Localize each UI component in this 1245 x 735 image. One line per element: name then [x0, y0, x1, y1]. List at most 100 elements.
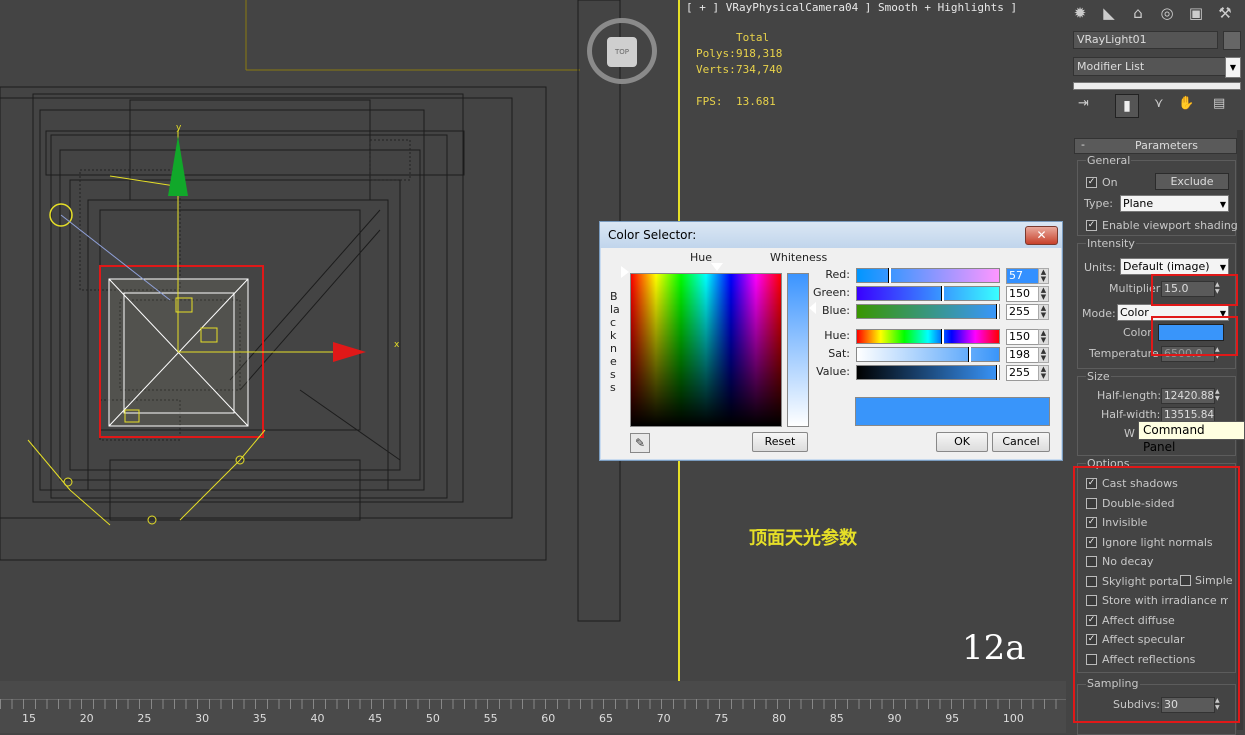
object-color-swatch[interactable]	[1223, 31, 1241, 50]
hue-blackness-field[interactable]	[630, 273, 782, 427]
color-row-slider[interactable]	[856, 304, 1000, 319]
chevron-down-icon: ▼	[1219, 200, 1226, 209]
color-row-slider[interactable]	[856, 268, 1000, 283]
spinner-arrows-icon[interactable]: ▲ ▼	[1038, 304, 1049, 320]
configure-sets-icon[interactable]: ▤	[1213, 96, 1225, 111]
ok-button[interactable]: OK	[936, 432, 988, 452]
half-length-label: Half-length:	[1097, 389, 1162, 402]
polys-label: Polys:	[696, 47, 736, 60]
color-row-spinner[interactable]: 255	[1006, 365, 1040, 381]
create-tab-icon[interactable]: ✹	[1069, 2, 1091, 24]
timeline-tick-label: 80	[772, 712, 787, 725]
viewcube-face-top[interactable]: TOP	[607, 37, 637, 67]
eyedropper-icon: ✎	[634, 436, 646, 450]
axis-y-label: y	[176, 123, 182, 133]
cancel-button[interactable]: Cancel	[992, 432, 1050, 452]
object-name-field[interactable]: VRayLight01	[1073, 31, 1218, 49]
polys-value: 918,318	[736, 47, 783, 60]
dialog-titlebar[interactable]: Color Selector: ✕	[600, 222, 1062, 248]
remove-modifier-icon[interactable]: ✋	[1178, 96, 1194, 111]
rollout-toggle[interactable]: -	[1081, 138, 1085, 151]
color-row-slider[interactable]	[856, 365, 1000, 380]
color-row-spinner[interactable]: 57	[1006, 268, 1040, 284]
color-row-spinner[interactable]: 150	[1006, 286, 1040, 302]
show-end-result-icon[interactable]: ▮	[1115, 94, 1139, 118]
modifier-list-dropdown[interactable]: Modifier List	[1073, 57, 1235, 76]
command-panel[interactable]: ✹ ◣ ⌂ ◎ ▣ ⚒ VRayLight01 Modifier List ▼ …	[1066, 0, 1245, 735]
close-button[interactable]: ✕	[1025, 226, 1058, 245]
top-viewport[interactable]: x y TOP	[0, 0, 678, 681]
color-row-spinner[interactable]: 198	[1006, 347, 1040, 363]
color-row-label: Hue:	[824, 329, 850, 342]
eyedropper-button[interactable]: ✎	[630, 433, 650, 453]
timeline-ruler[interactable]: 15 20 25 30 35 40 45 50 55 60 65 70 75 80 85 90 95 100	[0, 681, 1066, 733]
color-row-slider[interactable]	[856, 329, 1000, 344]
timeline-tick-label: 60	[541, 712, 556, 725]
on-label: On	[1102, 176, 1118, 189]
slider-knob[interactable]	[941, 286, 944, 301]
color-preview-swatch	[855, 397, 1050, 426]
caption-chinese: 顶面天光参数	[749, 528, 857, 549]
exclude-button[interactable]: Exclude	[1155, 173, 1229, 190]
color-row-slider[interactable]	[856, 347, 1000, 362]
reset-button[interactable]: Reset	[752, 432, 808, 452]
color-row-spinner[interactable]: 150	[1006, 329, 1040, 345]
viewcube[interactable]: TOP	[587, 18, 657, 84]
pin-stack-icon[interactable]: ⇥	[1078, 96, 1089, 111]
modify-tab-icon[interactable]: ◣	[1098, 2, 1120, 24]
parameters-rollout-header[interactable]: - Parameters	[1074, 138, 1237, 154]
slider-knob[interactable]	[941, 329, 944, 344]
viewport-shading-label: Enable viewport shading	[1102, 219, 1238, 232]
timeline-tick-label: 35	[252, 712, 267, 725]
general-title: General	[1086, 154, 1132, 167]
viewport-shading-checkbox[interactable]: ✓	[1086, 220, 1097, 231]
color-selector-dialog[interactable]: Color Selector: ✕ Hue Whiteness Blacknes…	[599, 221, 1063, 461]
timeline-tick-label: 100	[1002, 712, 1024, 725]
slider-knob[interactable]	[996, 365, 999, 380]
units-label: Units:	[1084, 261, 1116, 274]
timeline-tick-label: 65	[599, 712, 613, 725]
blackness-pointer-icon[interactable]	[621, 266, 629, 278]
make-unique-icon[interactable]: ⋎	[1154, 96, 1164, 111]
spinner-arrows-icon[interactable]: ▲ ▼	[1038, 329, 1049, 345]
slider-knob[interactable]	[888, 268, 891, 283]
half-length-spinner[interactable]: 12420.88	[1161, 388, 1215, 404]
units-dropdown[interactable]: Default (image) ▼	[1120, 258, 1229, 275]
color-row-label: Green:	[812, 286, 850, 299]
color-row-label: Value:	[816, 365, 850, 378]
type-dropdown[interactable]: Plane ▼	[1120, 195, 1229, 212]
color-row-slider[interactable]	[856, 286, 1000, 301]
hue-pointer-icon[interactable]	[711, 263, 723, 271]
spinner-arrows-icon[interactable]: ▲ ▼	[1038, 365, 1049, 381]
color-row-spinner[interactable]: 255	[1006, 304, 1040, 320]
utilities-tab-icon[interactable]: ⚒	[1214, 2, 1236, 24]
chevron-down-icon: ▼	[1219, 263, 1226, 272]
slider-knob[interactable]	[968, 347, 971, 362]
spinner-arrows-icon[interactable]: ▲ ▼	[1038, 286, 1049, 302]
timeline-tick-label: 15	[22, 712, 36, 725]
mode-label: Mode:	[1082, 307, 1116, 320]
hue-label: Hue	[690, 251, 713, 264]
rollout-title: Parameters	[1135, 139, 1198, 152]
dialog-title: Color Selector:	[608, 228, 697, 242]
display-tab-icon[interactable]: ▣	[1185, 2, 1207, 24]
blackness-label: Blackness	[610, 290, 620, 394]
hierarchy-tab-icon[interactable]: ⌂	[1127, 2, 1149, 24]
motion-tab-icon[interactable]: ◎	[1156, 2, 1178, 24]
timeline-tick-label: 90	[887, 712, 902, 725]
timeline-tick-label: 40	[310, 712, 325, 725]
color-label: Color	[1123, 326, 1152, 339]
spinner-arrows-icon[interactable]: ▲ ▼	[1038, 268, 1049, 284]
w-size-label: W	[1124, 427, 1135, 440]
spinner-arrows-icon[interactable]: ▲ ▼	[1038, 347, 1049, 363]
viewport-label[interactable]: [ + ] VRayPhysicalCamera04 ] Smooth + Hi…	[686, 1, 1017, 14]
fps-value: 13.681	[736, 95, 776, 108]
timeline-tick-label: 85	[829, 712, 844, 725]
scene-wireframe: x y	[0, 0, 621, 622]
spinner-arrows-icon[interactable]: ▲ ▼	[1215, 388, 1223, 403]
figure-label: 12a	[962, 628, 1026, 668]
chevron-down-icon[interactable]: ▼	[1225, 57, 1241, 78]
slider-knob[interactable]	[996, 304, 999, 319]
on-checkbox[interactable]: ✓	[1086, 177, 1097, 188]
modifier-stack[interactable]	[1073, 82, 1241, 90]
